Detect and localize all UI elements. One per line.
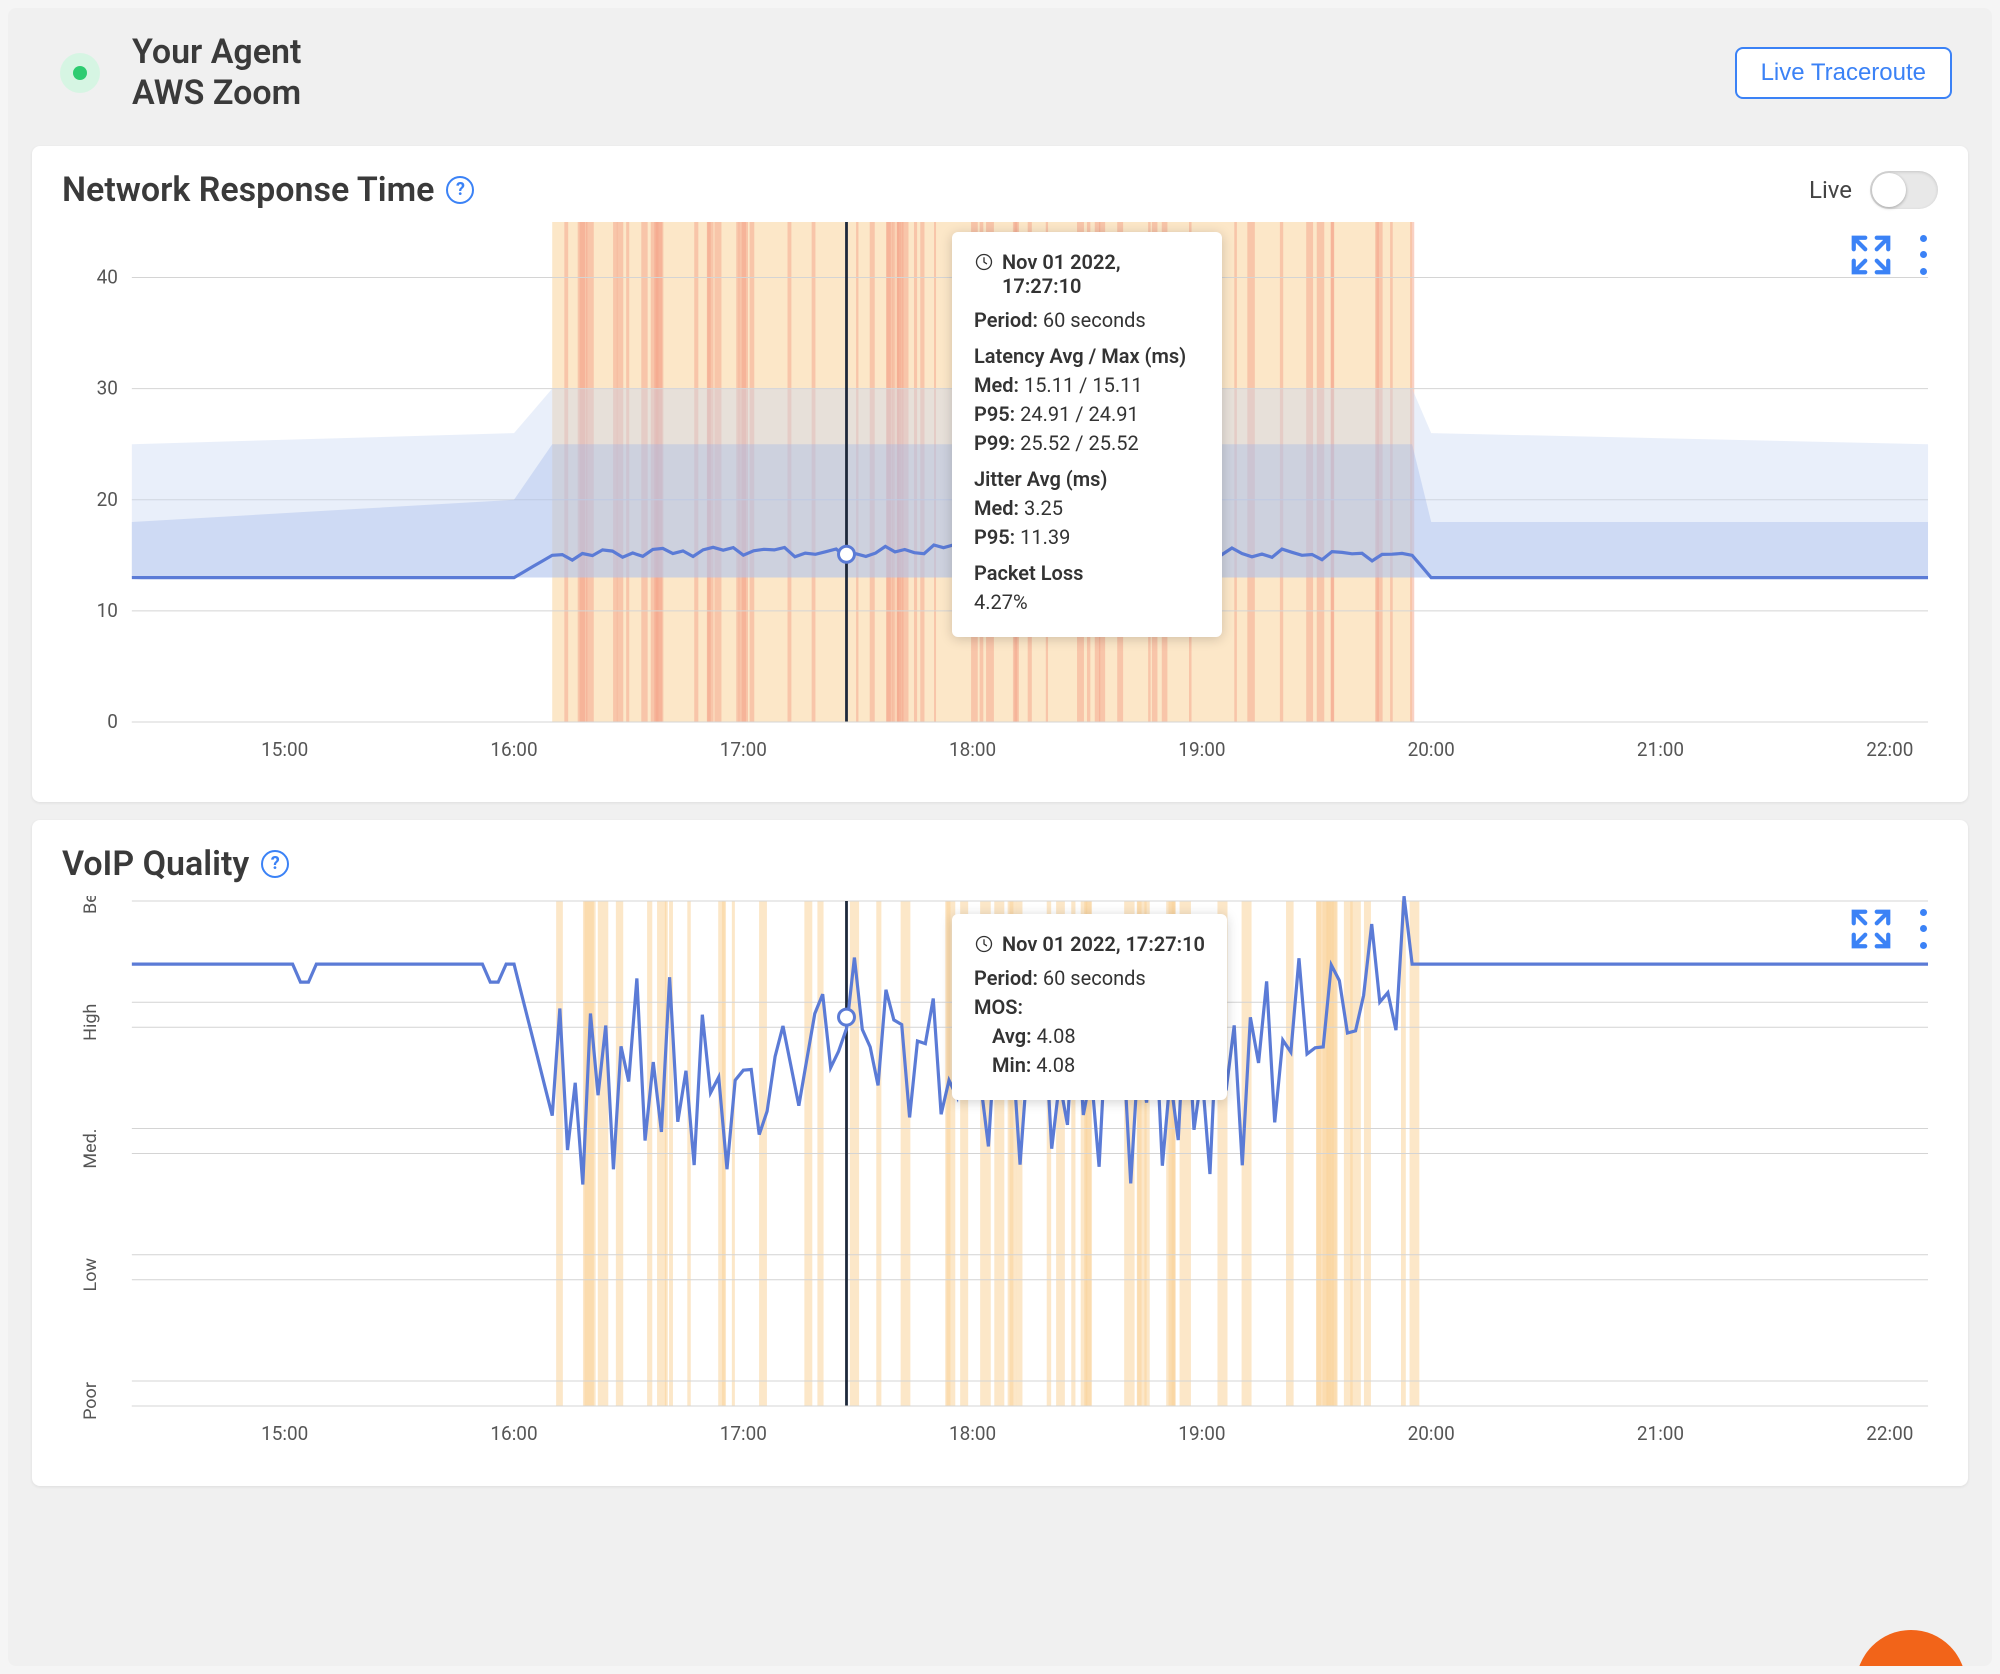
- svg-text:17:00: 17:00: [720, 1422, 767, 1445]
- svg-text:15:00: 15:00: [261, 1422, 308, 1445]
- agent-header: Your Agent AWS Zoom Live Traceroute: [8, 8, 1992, 134]
- live-label: Live: [1809, 176, 1852, 204]
- svg-text:17:00: 17:00: [720, 738, 767, 761]
- info-icon[interactable]: ?: [446, 176, 474, 204]
- svg-text:10: 10: [97, 598, 118, 621]
- agent-title: Your Agent: [132, 32, 1735, 73]
- svg-text:15:00: 15:00: [261, 738, 308, 761]
- voip-chart[interactable]: Poor Low Med. High Best 15:00 16:00 17:00 18:00 1…: [62, 896, 1938, 1466]
- voip-title: VoIP Quality: [62, 844, 249, 884]
- expand-icon[interactable]: [1848, 232, 1894, 278]
- svg-text:18:00: 18:00: [949, 1422, 996, 1445]
- svg-text:22:00: 22:00: [1866, 738, 1913, 761]
- svg-text:Low: Low: [80, 1257, 101, 1291]
- voip-card: VoIP Quality ? Poor Low Med. High Best 15:00 1…: [32, 820, 1968, 1486]
- nrt-chart[interactable]: 0 10 20 30 40 15:00 16:00 17:00 18:00 19:00 20:00 2…: [62, 222, 1938, 782]
- svg-text:Med.: Med.: [80, 1128, 101, 1168]
- agent-subtitle: AWS Zoom: [132, 73, 1735, 114]
- svg-text:22:00: 22:00: [1866, 1422, 1913, 1445]
- svg-text:16:00: 16:00: [490, 1422, 537, 1445]
- svg-text:Best: Best: [80, 896, 101, 914]
- svg-text:18:00: 18:00: [949, 738, 996, 761]
- svg-text:19:00: 19:00: [1178, 1422, 1225, 1445]
- svg-text:20: 20: [97, 487, 118, 510]
- svg-text:21:00: 21:00: [1637, 738, 1684, 761]
- clock-icon: [974, 252, 994, 272]
- status-indicator: [60, 53, 100, 93]
- svg-text:0: 0: [107, 710, 118, 733]
- svg-text:30: 30: [97, 376, 118, 399]
- svg-text:20:00: 20:00: [1408, 738, 1455, 761]
- kebab-icon[interactable]: [1920, 235, 1928, 275]
- svg-text:High: High: [80, 1003, 101, 1040]
- svg-text:20:00: 20:00: [1408, 1422, 1455, 1445]
- nrt-title: Network Response Time: [62, 170, 434, 210]
- svg-text:40: 40: [97, 265, 118, 288]
- live-toggle[interactable]: [1870, 171, 1938, 209]
- kebab-icon[interactable]: [1920, 909, 1928, 949]
- clock-icon: [974, 934, 994, 954]
- svg-text:16:00: 16:00: [490, 738, 537, 761]
- info-icon[interactable]: ?: [261, 850, 289, 878]
- svg-text:19:00: 19:00: [1178, 738, 1225, 761]
- voip-tooltip: Nov 01 2022, 17:27:10 Period: 60 seconds…: [952, 914, 1227, 1100]
- nrt-tooltip: Nov 01 2022,17:27:10 Period: 60 seconds …: [952, 232, 1222, 637]
- help-fab[interactable]: [1856, 1630, 1966, 1666]
- expand-icon[interactable]: [1848, 906, 1894, 952]
- live-traceroute-button[interactable]: Live Traceroute: [1735, 47, 1952, 99]
- nrt-card: Network Response Time ? Live 0 10 20 30 40 15…: [32, 146, 1968, 802]
- svg-text:21:00: 21:00: [1637, 1422, 1684, 1445]
- svg-text:Poor: Poor: [80, 1382, 101, 1420]
